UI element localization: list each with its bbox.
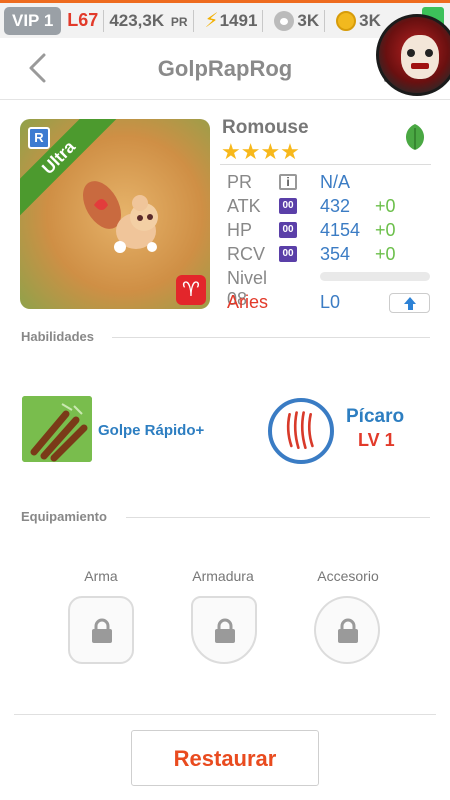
armor-slot[interactable] xyxy=(191,596,257,664)
avatar-face xyxy=(401,35,439,79)
leaf-icon xyxy=(401,123,429,151)
power-unit: PR xyxy=(170,14,188,29)
sign-label: Aries xyxy=(227,292,269,312)
monster-card-image[interactable]: Ultra R ♈ xyxy=(20,119,210,309)
star-rating: ★★★★ xyxy=(221,139,300,164)
xp-progress-bar xyxy=(320,272,430,281)
accessory-label: Accesorio xyxy=(317,568,379,584)
stat-value: N/A xyxy=(320,172,351,192)
aries-sign-icon: ♈ xyxy=(176,275,206,305)
coin-value: 3K xyxy=(359,10,381,30)
vip-badge[interactable]: VIP 1 xyxy=(4,6,62,35)
coin-counter[interactable]: 3K xyxy=(336,10,381,31)
paw-icon xyxy=(274,10,295,31)
lock-icon xyxy=(215,618,235,643)
stat-value: 354 xyxy=(320,244,351,264)
restore-button[interactable]: Restaurar xyxy=(131,730,319,786)
weapon-slot[interactable] xyxy=(68,596,134,664)
paw-value: 3K xyxy=(297,10,320,30)
stat-label: ATK xyxy=(227,196,261,216)
divider xyxy=(14,714,436,715)
stat-value: 4154 xyxy=(320,220,361,240)
claw-skill-icon[interactable] xyxy=(268,398,334,464)
stat-bonus: +0 xyxy=(375,196,396,216)
section-heading-equipment: Equipamiento xyxy=(21,509,107,524)
weapon-label: Arma xyxy=(84,568,118,584)
energy-counter[interactable]: ⚡ 1491 xyxy=(205,8,258,33)
stat-label: RCV xyxy=(227,244,266,264)
stat-bonus: +0 xyxy=(375,220,396,240)
passive-skill-level: LV 1 xyxy=(358,430,395,450)
divider xyxy=(324,9,326,32)
boost-icon: 00 xyxy=(279,198,297,214)
lightning-icon: ⚡ xyxy=(204,10,219,32)
passive-skill-name[interactable]: Pícaro xyxy=(346,406,404,428)
stat-value: 432 xyxy=(320,196,351,216)
stat-label: PR xyxy=(227,172,253,192)
lock-icon xyxy=(338,618,358,643)
player-avatar[interactable] xyxy=(376,14,450,96)
energy-value: 1491 xyxy=(219,10,258,30)
rarity-icon: R xyxy=(28,127,50,149)
info-icon[interactable]: i xyxy=(279,174,297,190)
active-skill-name[interactable]: Golpe Rápido+ xyxy=(98,422,204,439)
stat-bonus: +0 xyxy=(375,244,396,264)
upgrade-sign-button[interactable] xyxy=(389,293,430,313)
power-rating: 423,3K PR xyxy=(109,11,187,31)
boost-icon: 00 xyxy=(279,222,297,238)
stat-label: HP xyxy=(227,220,253,240)
divider xyxy=(126,517,430,518)
lock-icon xyxy=(92,618,112,643)
monster-sprite xyxy=(83,181,158,253)
boost-icon: 00 xyxy=(279,246,297,262)
armor-label: Armadura xyxy=(192,568,254,584)
divider xyxy=(220,164,431,165)
player-level: L67 xyxy=(67,10,99,30)
divider xyxy=(262,9,264,32)
section-heading-abilities: Habilidades xyxy=(21,329,94,344)
accessory-slot[interactable] xyxy=(314,596,380,664)
paw-counter[interactable]: 3K xyxy=(274,10,320,31)
divider xyxy=(112,337,430,338)
sign-level: L0 xyxy=(320,292,341,312)
power-value: 423,3K xyxy=(109,10,165,30)
coin-icon xyxy=(336,10,357,31)
divider xyxy=(103,9,105,32)
monster-name: Romouse xyxy=(222,117,309,138)
golpe-rapido-skill-icon[interactable] xyxy=(22,396,92,462)
divider xyxy=(192,9,194,32)
